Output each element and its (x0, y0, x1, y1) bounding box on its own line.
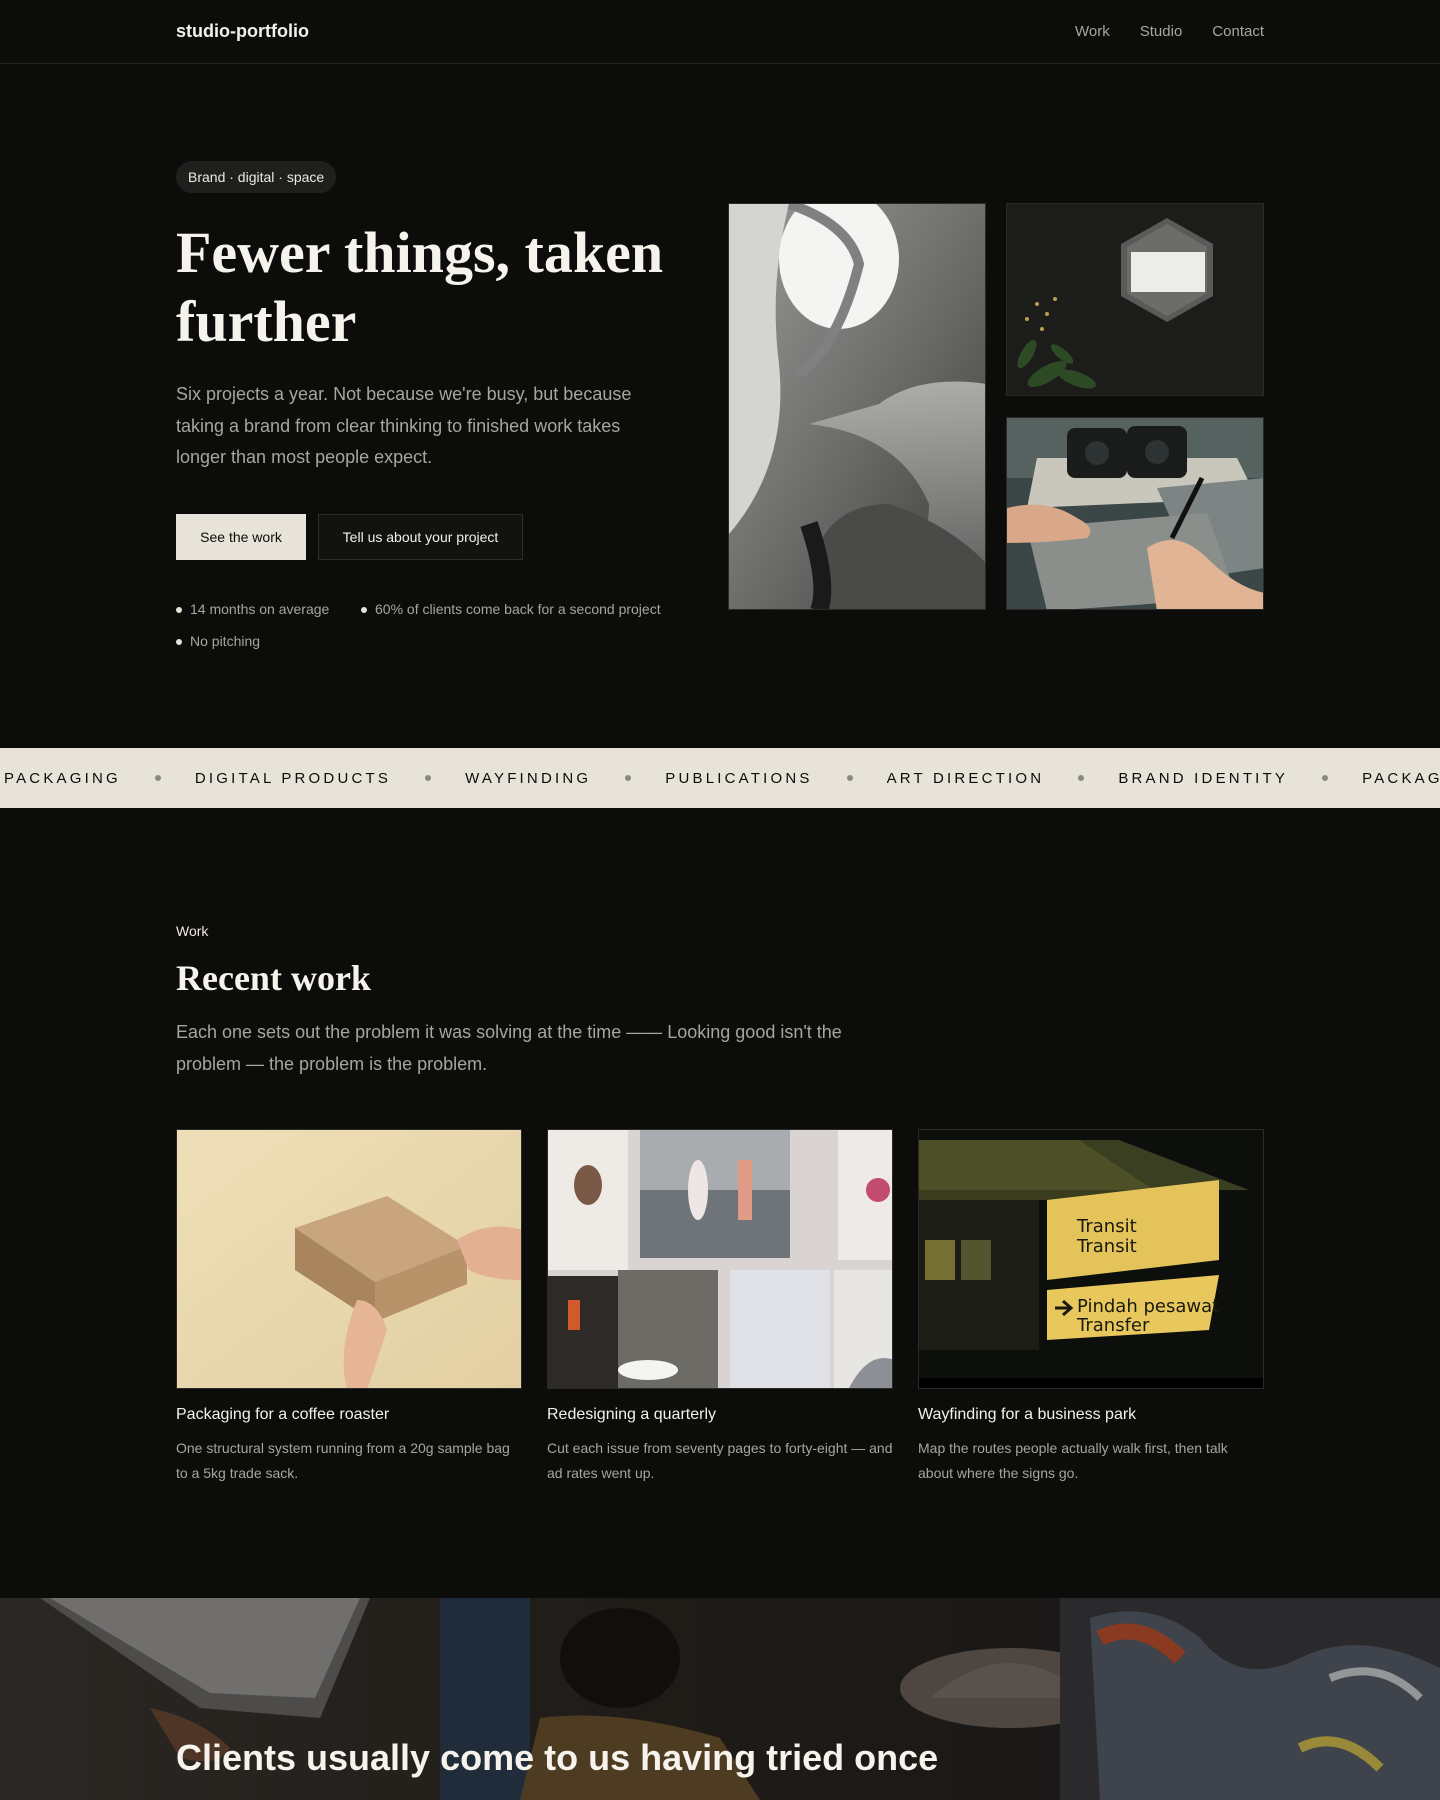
marquee-item-brand-identity: BRAND IDENTITY (1118, 769, 1289, 787)
card-description: One structural system running from a 20g… (176, 1440, 510, 1481)
sign-text-transit-repeat: Transit (1076, 1236, 1137, 1257)
work-image-magazine-spreads[interactable] (547, 1129, 893, 1389)
work-eyebrow: Work (176, 923, 209, 939)
marquee-item-publications: PUBLICATIONS (665, 769, 813, 787)
hero-image-architecture (728, 203, 986, 610)
marquee-separator-dot (846, 775, 853, 781)
nav-link-studio[interactable]: Studio (1140, 23, 1183, 40)
card-description: Map the routes people actually walk firs… (918, 1440, 1228, 1481)
marquee-separator-dot (154, 775, 161, 781)
hero-lead: Six projects a year. Not because we're b… (176, 384, 632, 467)
stat-returning-clients: 60% of clients come back for a second pr… (361, 601, 661, 617)
nav-link-contact[interactable]: Contact (1212, 23, 1264, 40)
card-description: Cut each issue from seventy pages to for… (547, 1440, 893, 1481)
marquee-track: PACKAGING DIGITAL PRODUCTS WAYFINDING PU… (4, 748, 1440, 808)
stat-no-pitching: No pitching (176, 633, 260, 649)
marquee-item-digital-products: DIGITAL PRODUCTS (194, 769, 392, 787)
card-title[interactable]: Redesigning a quarterly (547, 1406, 716, 1424)
sign-text-transfer: Transfer (1076, 1315, 1150, 1336)
work-card-quarterly[interactable]: Redesigning a quarterly Cut each issue f… (547, 1129, 893, 1481)
marquee-item-packaging-repeat: PACKAGING (1362, 769, 1440, 787)
nav-links: Work Studio Contact (1075, 23, 1264, 40)
testimonial-banner: Clients usually come to us having tried … (0, 1598, 1440, 1800)
hero-tag-pill: Brand · digital · space (176, 161, 337, 193)
work-card-coffee-roaster[interactable]: Packaging for a coffee roaster One struc… (176, 1129, 522, 1481)
marquee-item-wayfinding: WAYFINDING (465, 769, 592, 787)
work-image-coffee-box[interactable] (176, 1129, 522, 1389)
work-card-business-park[interactable]: Transit Transit Pindah pesawat Transfer … (918, 1129, 1264, 1481)
work-image-transit-sign[interactable]: Transit Transit Pindah pesawat Transfer (918, 1129, 1264, 1389)
marquee-item-art-direction: ART DIRECTION (886, 769, 1045, 787)
marquee-separator-dot (1078, 775, 1085, 781)
tell-us-about-project-button[interactable]: Tell us about your project (318, 514, 523, 560)
services-marquee: PACKAGING DIGITAL PRODUCTS WAYFINDING PU… (0, 748, 1440, 808)
card-title[interactable]: Wayfinding for a business park (918, 1406, 1136, 1424)
marquee-separator-dot (425, 775, 432, 781)
stat-average-months: 14 months on average (176, 601, 329, 617)
marquee-item-packaging: PACKAGING (4, 769, 121, 787)
recent-work-title: Recent work (176, 958, 371, 998)
top-nav: studio-portfolio Work Studio Contact (0, 0, 1440, 64)
recent-work-lead: Each one sets out the problem it was sol… (176, 1022, 842, 1074)
card-title[interactable]: Packaging for a coffee roaster (176, 1406, 389, 1424)
sign-text-transit: Transit (1076, 1216, 1137, 1237)
hero-title: Fewer things, taken further (176, 220, 664, 354)
marquee-separator-dot (625, 775, 632, 781)
see-the-work-button[interactable]: See the work (176, 514, 306, 560)
brand-logo[interactable]: studio-portfolio (176, 21, 309, 42)
hero-image-hexagon-logo (1006, 203, 1264, 396)
hero-image-workspace (1006, 417, 1264, 610)
nav-link-work[interactable]: Work (1075, 23, 1110, 40)
marquee-separator-dot (1322, 775, 1329, 781)
banner-title: Clients usually come to us having tried … (176, 1737, 939, 1778)
sign-text-pindah-pesawat: Pindah pesawat (1077, 1296, 1219, 1317)
